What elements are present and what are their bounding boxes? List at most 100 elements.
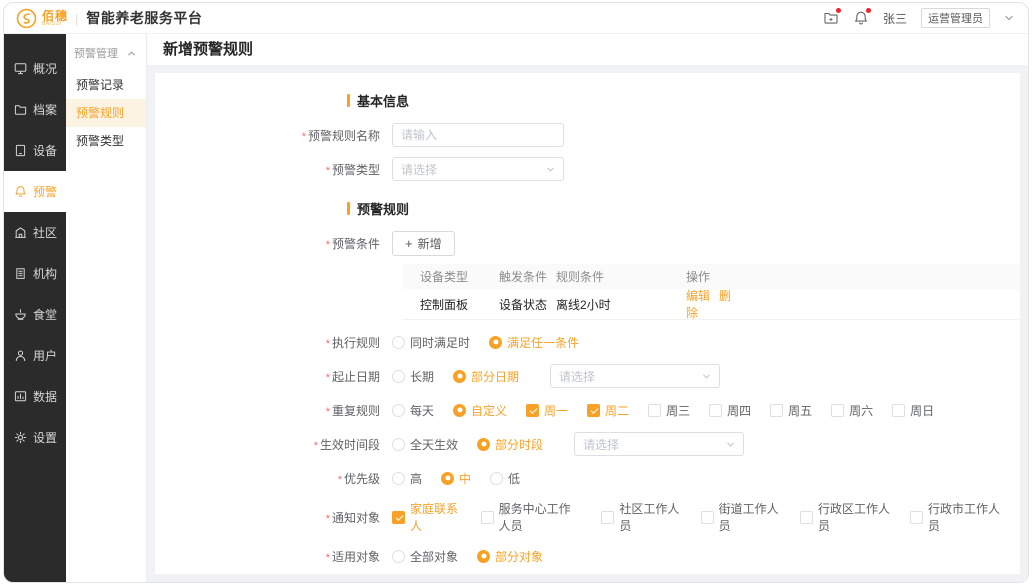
weekday-checkbox[interactable]: 周四	[709, 402, 751, 419]
sidebar-item-community[interactable]: 社区	[4, 212, 66, 253]
brand-logo: 佰穗 BAISUI	[16, 8, 68, 29]
weekday-checkbox[interactable]: 周二	[587, 402, 629, 419]
exec-rule-option[interactable]: 满足任一条件	[489, 334, 579, 351]
sidebar-item-overview[interactable]: 概况	[4, 48, 66, 89]
required-marker: *	[326, 338, 330, 350]
radio-icon	[392, 472, 405, 485]
sidebar-item-archives[interactable]: 档案	[4, 89, 66, 130]
checkbox-icon	[831, 404, 844, 417]
effective-time-option[interactable]: 部分时段	[477, 436, 543, 453]
required-marker: *	[326, 552, 330, 564]
checkbox-icon	[648, 404, 661, 417]
secondary-sidebar: 预警管理 预警记录 预警规则 预警类型	[66, 34, 147, 582]
community-icon	[14, 226, 27, 239]
submenu-item-types[interactable]: 预警类型	[66, 127, 146, 155]
top-header: 佰穗 BAISUI | 智能养老服务平台 张三 运营管理员	[4, 3, 1028, 34]
submenu-item-rules[interactable]: 预警规则	[66, 99, 146, 127]
exec-rule-option[interactable]: 同时满足时	[392, 334, 470, 351]
add-condition-button[interactable]: + 新增	[392, 231, 455, 256]
sidebar-item-devices[interactable]: 设备	[4, 130, 66, 171]
radio-icon	[392, 550, 405, 563]
notification-badge	[866, 8, 871, 13]
sidebar-item-data[interactable]: 数据	[4, 376, 66, 417]
sidebar-item-institution[interactable]: 机构	[4, 253, 66, 294]
radio-icon	[453, 404, 466, 417]
sidebar-item-warnings[interactable]: 预警	[4, 171, 66, 212]
field-repeat-rule: *重复规则 每天 自定义 周一 周二 周三 周四 周五 周六 周日	[155, 398, 1020, 422]
chevron-up-icon	[127, 49, 136, 58]
weekday-checkbox[interactable]: 周五	[770, 402, 812, 419]
required-marker: *	[326, 239, 330, 251]
section-warning-rules: 预警规则	[347, 199, 1020, 218]
app-title: 智能养老服务平台	[86, 8, 202, 28]
chevron-down-icon	[726, 440, 735, 449]
edit-link[interactable]: 编辑	[686, 289, 710, 303]
apply-target-option[interactable]: 全部对象	[392, 548, 458, 565]
section-basic-info: 基本信息	[347, 91, 1020, 110]
conditions-table: 设备类型 触发条件 规则条件 操作 控制面板 设备状态 离线2小时 编辑删除	[402, 264, 1020, 320]
weekday-checkbox[interactable]: 周六	[831, 402, 873, 419]
submenu-item-records[interactable]: 预警记录	[66, 71, 146, 99]
effective-time-select[interactable]: 请选择	[574, 432, 744, 456]
checkbox-icon	[481, 511, 494, 524]
user-name[interactable]: 张三	[883, 10, 907, 27]
notify-target-checkbox[interactable]: 行政市工作人员	[910, 500, 1001, 534]
checkbox-icon	[709, 404, 722, 417]
checkbox-icon	[701, 511, 714, 524]
sidebar-item-settings[interactable]: 设置	[4, 417, 66, 458]
field-conditions: *预警条件 + 新增	[155, 231, 1020, 256]
field-apply-targets: *适用对象 全部对象 部分对象	[155, 544, 1020, 568]
effective-time-option[interactable]: 全天生效	[392, 436, 458, 453]
repeat-rule-option[interactable]: 每天	[392, 402, 434, 419]
required-marker: *	[302, 131, 306, 143]
notify-target-checkbox[interactable]: 行政区工作人员	[800, 500, 891, 534]
radio-icon	[477, 438, 490, 451]
field-rule-name: *预警规则名称	[155, 123, 1020, 147]
checkbox-icon	[910, 511, 923, 524]
priority-option[interactable]: 中	[441, 470, 471, 487]
notify-target-checkbox[interactable]: 街道工作人员	[701, 500, 781, 534]
plus-icon: +	[405, 236, 413, 251]
radio-icon	[441, 472, 454, 485]
chevron-down-icon	[702, 372, 711, 381]
weekday-checkbox[interactable]: 周三	[648, 402, 690, 419]
date-range-option[interactable]: 部分日期	[453, 368, 519, 385]
radio-icon	[477, 550, 490, 563]
sidebar-item-canteen[interactable]: 食堂	[4, 294, 66, 335]
section-bar	[347, 94, 350, 107]
bell-icon[interactable]	[853, 10, 869, 26]
notify-target-checkbox[interactable]: 社区工作人员	[601, 500, 681, 534]
field-priority: *优先级 高 中 低	[155, 466, 1020, 490]
user-icon	[14, 349, 27, 362]
repeat-rule-option[interactable]: 自定义	[453, 402, 507, 419]
required-marker: *	[326, 513, 330, 525]
checkbox-icon	[770, 404, 783, 417]
workorder-icon[interactable]	[823, 10, 839, 26]
submenu-header[interactable]: 预警管理	[66, 34, 146, 71]
archive-icon	[14, 103, 27, 116]
warn-type-select[interactable]: 请选择	[392, 157, 564, 181]
field-notify-targets: *通知对象 家庭联系人 服务中心工作人员 社区工作人员 街道工作人员 行政区工作…	[155, 500, 1020, 534]
chevron-down-icon[interactable]	[1004, 13, 1014, 23]
priority-option[interactable]: 低	[490, 470, 520, 487]
weekday-checkbox[interactable]: 周一	[526, 402, 568, 419]
table-header-row: 设备类型 触发条件 规则条件 操作	[402, 264, 1020, 289]
notify-target-checkbox[interactable]: 服务中心工作人员	[481, 500, 583, 534]
header-divider: |	[75, 11, 78, 26]
date-range-select[interactable]: 请选择	[550, 364, 720, 388]
field-date-range: *起止日期 长期 部分日期 请选择	[155, 364, 1020, 388]
weekday-checkbox[interactable]: 周日	[892, 402, 934, 419]
required-marker: *	[326, 372, 330, 384]
logo-icon	[16, 8, 37, 29]
required-marker: *	[326, 406, 330, 418]
canteen-icon	[14, 308, 27, 321]
priority-option[interactable]: 高	[392, 470, 422, 487]
role-badge: 运营管理员	[921, 8, 990, 28]
date-range-option[interactable]: 长期	[392, 368, 434, 385]
sidebar-item-users[interactable]: 用户	[4, 335, 66, 376]
notify-target-checkbox[interactable]: 家庭联系人	[392, 500, 462, 534]
apply-target-option[interactable]: 部分对象	[477, 548, 543, 565]
table-row: 控制面板 设备状态 离线2小时 编辑删除	[402, 289, 1020, 320]
rule-name-input[interactable]	[392, 123, 564, 147]
checkbox-icon	[587, 404, 600, 417]
